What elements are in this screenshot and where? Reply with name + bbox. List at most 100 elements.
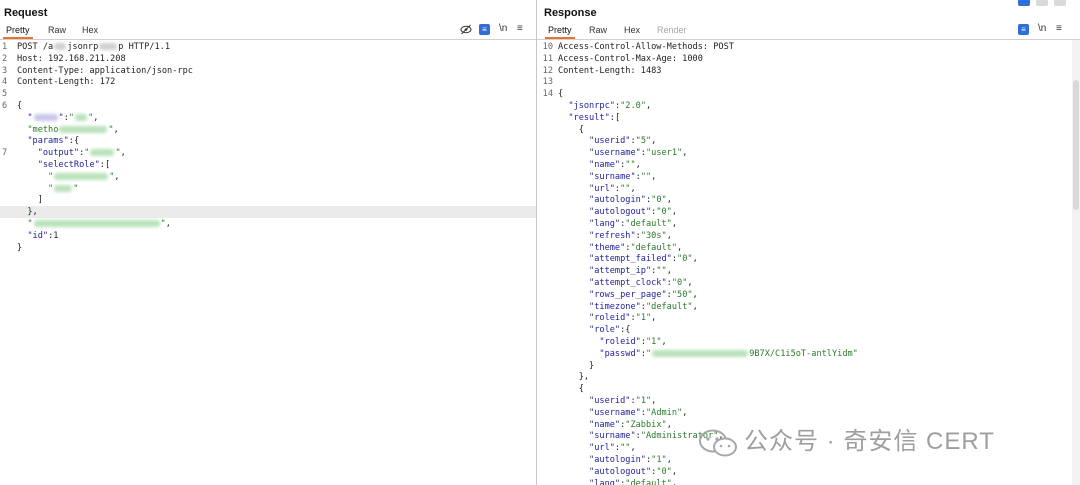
code-line: "metho ", — [0, 124, 536, 136]
line-text: "attempt_failed":"0", — [589, 254, 698, 265]
line-text: "result":[ — [568, 112, 621, 123]
code-line: "timezone":"default", — [537, 301, 1080, 313]
tab-pretty[interactable]: Pretty — [3, 25, 32, 39]
menu-icon[interactable]: ≡ — [517, 23, 523, 35]
response-title: Response — [544, 7, 597, 19]
line-text: "role":{ — [589, 325, 631, 336]
redacted-text — [75, 113, 88, 121]
response-scrollbar[interactable] — [1072, 40, 1080, 485]
line-text: "username":"Admin", — [589, 407, 688, 418]
code-line: "result":[ — [537, 112, 1080, 124]
redacted-text — [33, 220, 160, 227]
line-number: 1 — [2, 42, 8, 52]
layout-split-icon[interactable] — [1018, 0, 1030, 6]
code-line: }, — [537, 371, 1080, 383]
code-line: "autologout":"0", — [537, 206, 1080, 218]
code-line: 1 POST /a jsonrp p HTTP/1.1 — [0, 41, 536, 53]
code-line: " ":" ", — [0, 112, 536, 124]
line-text: { — [17, 101, 23, 111]
line-number: 2 — [2, 53, 8, 64]
wechat-icon — [699, 429, 737, 457]
code-line: "username":"user1", — [537, 147, 1080, 159]
line-text: Access-Control-Max-Age: 1000 — [558, 53, 703, 64]
line-text: "attempt_ip":"", — [589, 266, 672, 277]
line-text: "userid":"5", — [589, 136, 657, 147]
line-text: { — [558, 89, 564, 100]
code-line: "theme":"default", — [537, 242, 1080, 254]
redacted-text — [54, 43, 67, 50]
watermark: 公众号 · 奇安信 CERT — [698, 426, 1048, 458]
line-text: "autologin":"1", — [589, 455, 672, 465]
scrollbar-thumb[interactable] — [1073, 80, 1079, 210]
line-text: "rows_per_page":"50", — [589, 289, 698, 300]
tab-pretty[interactable]: Pretty — [545, 25, 574, 39]
line-text: }, — [17, 207, 38, 218]
code-line: "attempt_clock":"0", — [537, 277, 1080, 289]
line-text: POST /a jsonrp p HTTP/1.1 — [17, 42, 171, 52]
code-line: "rows_per_page":"50", — [537, 289, 1080, 301]
line-text: "timezone":"default", — [589, 301, 698, 312]
code-line: } — [537, 360, 1080, 372]
line-text: } — [558, 360, 595, 371]
tab-hex[interactable]: Hex — [82, 25, 98, 35]
wrap-text-icon[interactable]: ≡ — [479, 24, 490, 35]
code-line: 12 Content-Length: 1483 — [537, 65, 1080, 77]
line-number: 6 — [2, 101, 8, 111]
line-text: Content-Length: 1483 — [558, 65, 662, 76]
code-line: 2 Host: 192.168.211.208 — [0, 53, 536, 65]
newline-toggle[interactable]: \n — [499, 23, 507, 35]
response-editor[interactable]: 10 Access-Control-Allow-Methods: POST 11 Ac… — [537, 40, 1080, 485]
newline-toggle[interactable]: \n — [1038, 23, 1046, 35]
line-text: Content-Type: application/json-rpc — [17, 65, 193, 76]
code-line: "jsonrpc":"2.0", — [537, 100, 1080, 112]
tab-raw[interactable]: Raw — [48, 25, 66, 35]
tab-raw[interactable]: Raw — [589, 25, 607, 35]
response-pane: Response Pretty Raw Hex Render ≡ \n ≡ 10… — [537, 0, 1080, 485]
code-line: { — [537, 124, 1080, 136]
line-text: "selectRole":[ — [37, 160, 111, 170]
hide-eye-icon[interactable] — [460, 24, 472, 39]
response-tabs: Pretty Raw Hex Render ≡ \n ≡ — [537, 22, 1080, 40]
line-text: "url":"", — [589, 443, 636, 454]
request-title: Request — [4, 7, 48, 19]
code-line: "params":{ — [0, 135, 536, 147]
code-line: "autologin":"0", — [537, 194, 1080, 206]
code-line: "id":1 — [0, 230, 536, 242]
line-number: 3 — [2, 65, 8, 76]
code-line: "attempt_failed":"0", — [537, 253, 1080, 265]
wrap-text-icon[interactable]: ≡ — [1018, 24, 1029, 35]
line-text: "output":" ", — [37, 148, 126, 159]
tab-render[interactable]: Render — [657, 25, 687, 35]
line-text: " " — [48, 183, 79, 194]
line-number: 7 — [2, 148, 8, 159]
code-line: "refresh":"30s", — [537, 230, 1080, 242]
line-text: Host: 192.168.211.208 — [17, 53, 126, 64]
request-editor[interactable]: 1 POST /a jsonrp p HTTP/1.1 2 Host: 192.168.2… — [0, 40, 536, 485]
code-line: "name":"", — [537, 159, 1080, 171]
line-number: 10 — [542, 42, 553, 52]
redacted-text — [59, 125, 108, 133]
line-text: " ", — [27, 219, 171, 229]
code-line: { — [537, 383, 1080, 395]
request-tabs: Pretty Raw Hex ≡ \n ≡ — [0, 22, 536, 40]
layout-horizontal-icon[interactable] — [1036, 0, 1048, 6]
layout-vertical-icon[interactable] — [1054, 0, 1066, 6]
line-number: 13 — [542, 77, 553, 88]
tab-hex[interactable]: Hex — [624, 25, 640, 35]
line-text: "jsonrpc":"2.0", — [568, 101, 652, 111]
line-text: "name":"", — [589, 160, 641, 170]
line-number: 4 — [2, 77, 8, 88]
line-text: " ", — [48, 171, 120, 182]
code-line: } — [0, 242, 536, 254]
line-number: 14 — [542, 89, 553, 100]
line-number: 5 — [2, 89, 8, 100]
line-text: "url":"", — [589, 183, 636, 194]
line-text: "roleid":"1", — [599, 337, 667, 347]
code-line: 5 — [0, 88, 536, 100]
line-text: "id":1 — [27, 230, 59, 241]
code-line: "username":"Admin", — [537, 407, 1080, 419]
line-text: "autologin":"0", — [589, 195, 672, 206]
redacted-text — [54, 172, 109, 180]
code-line: "roleid":"1", — [537, 336, 1080, 348]
menu-icon[interactable]: ≡ — [1056, 23, 1062, 35]
